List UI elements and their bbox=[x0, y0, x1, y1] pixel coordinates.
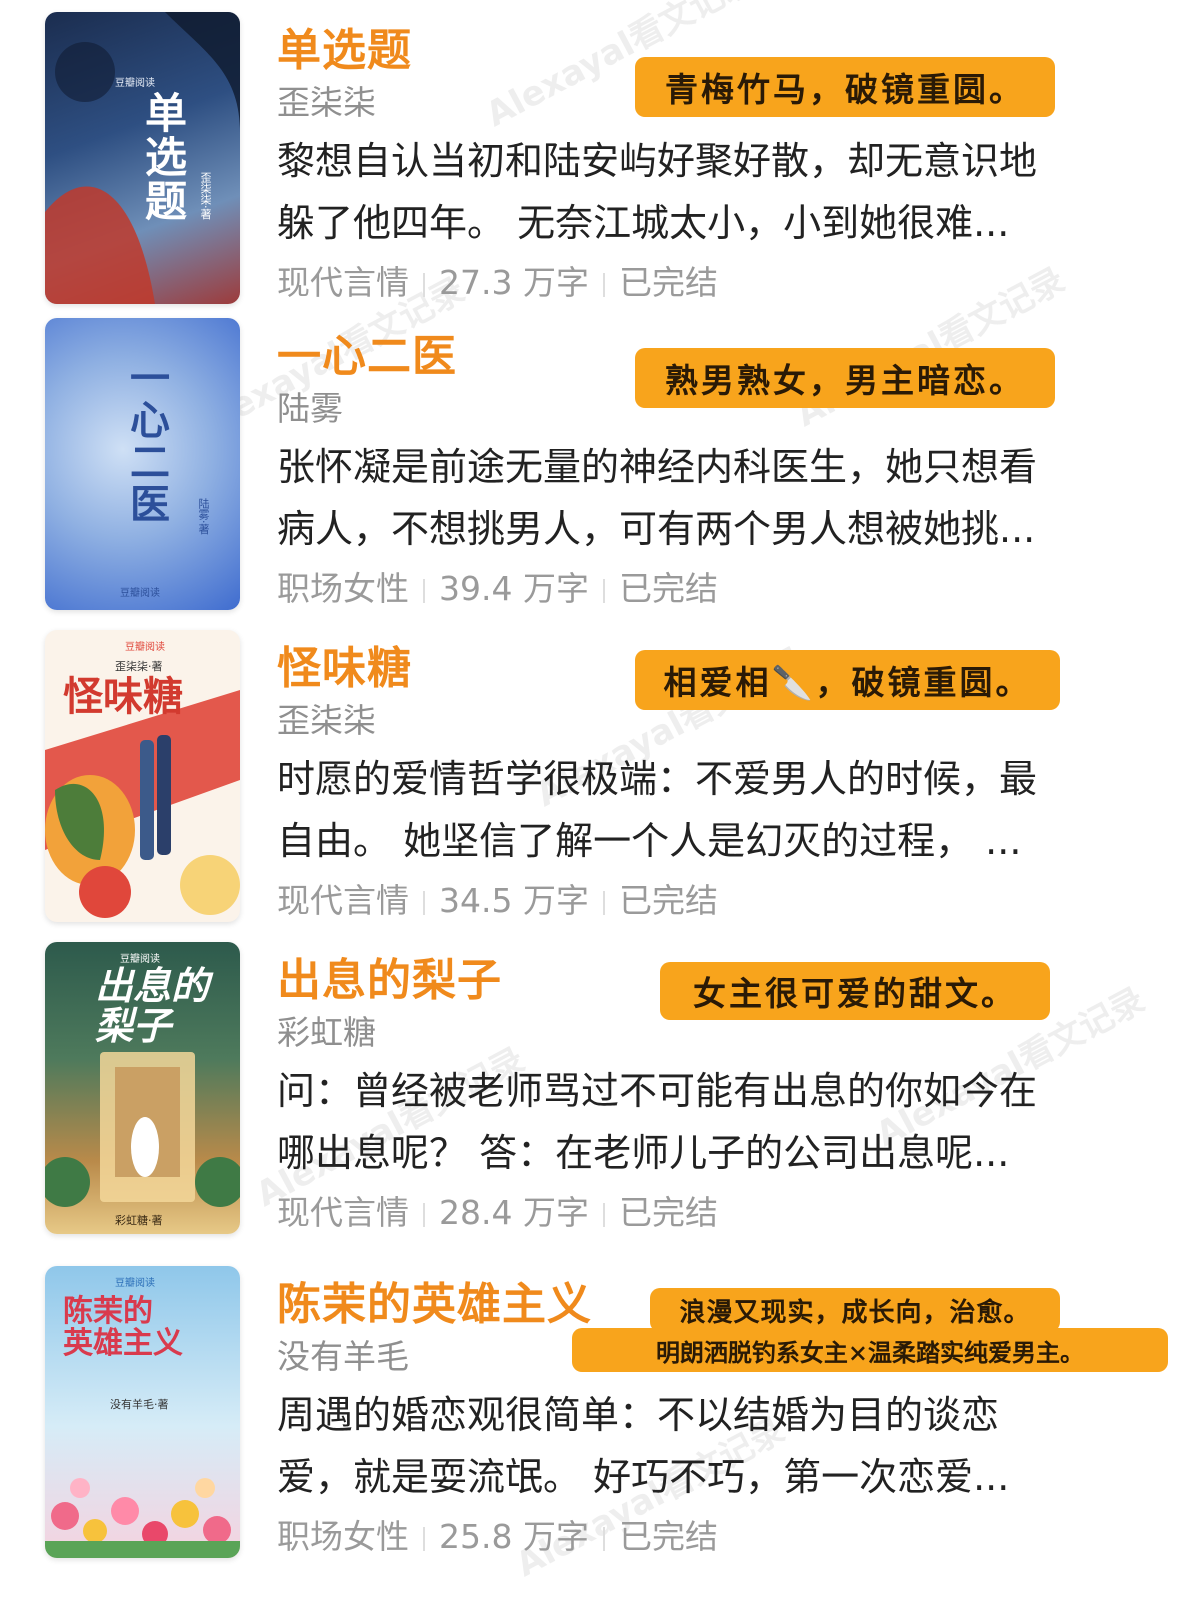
cover-author: 歪柒柒·著 bbox=[199, 172, 212, 220]
cover-title: 怪味糖 bbox=[63, 673, 183, 720]
meta-divider bbox=[423, 1526, 425, 1551]
cover-brand: 豆瓣阅读 bbox=[120, 588, 160, 599]
book-description: 周遇的婚恋观很简单：不以结婚为目的谈恋 爱，就是耍流氓。 好巧不巧，第一次恋爱.… bbox=[277, 1384, 1147, 1508]
book-tag: 浪漫又现实，成长向，治愈。 bbox=[650, 1288, 1060, 1332]
meta-divider bbox=[602, 890, 605, 915]
book-item-5[interactable]: 豆瓣阅读 陈茉的 英雄主义 没有羊毛·著 陈茉的英雄主义 没有羊毛 浪漫又现实，… bbox=[0, 1266, 1178, 1566]
book-item-3[interactable]: 豆瓣阅读 歪柒柒·著 怪味糖 怪味糖 歪柒柒 相爱相🔪，破镜重圆。 时愿的爱情哲… bbox=[0, 630, 1178, 930]
book-word-count: 28.4 万字 bbox=[439, 1193, 589, 1232]
book-tag: 青梅竹马，破镜重圆。 bbox=[635, 57, 1055, 117]
book-word-count: 34.5 万字 bbox=[439, 881, 589, 920]
book-cover-1[interactable]: 豆瓣阅读 单 选 题 歪柒柒·著 bbox=[45, 12, 240, 304]
book-status: 已完结 bbox=[618, 569, 718, 608]
description-line: 时愿的爱情哲学很极端：不爱男人的时候，最 bbox=[277, 757, 1038, 801]
description-line: 自由。 她坚信了解一个人是幻灭的过程， ... bbox=[277, 819, 1022, 863]
book-description: 问：曾经被老师骂过不可能有出息的你如今在 哪出息呢？ 答：在老师儿子的公司出息呢… bbox=[277, 1060, 1147, 1184]
book-description: 时愿的爱情哲学很极端：不爱男人的时候，最 自由。 她坚信了解一个人是幻灭的过程，… bbox=[277, 748, 1147, 872]
book-title[interactable]: 怪味糖 bbox=[277, 632, 412, 696]
book-meta: 现代言情 27.3 万字 已完结 bbox=[277, 256, 718, 304]
description-line: 哪出息呢？ 答：在老师儿子的公司出息呢... bbox=[277, 1131, 1010, 1175]
book-category: 现代言情 bbox=[277, 881, 409, 920]
book-author[interactable]: 歪柒柒 bbox=[277, 76, 376, 124]
book-category: 现代言情 bbox=[277, 263, 409, 302]
book-description: 黎想自认当初和陆安屿好聚好散，却无意识地 躲了他四年。 无奈江城太小，小到她很难… bbox=[277, 130, 1147, 254]
book-author[interactable]: 没有羊毛 bbox=[277, 1330, 409, 1378]
book-tag: 女主很可爱的甜文。 bbox=[660, 962, 1050, 1020]
description-line: 周遇的婚恋观很简单：不以结婚为目的谈恋 bbox=[277, 1393, 1000, 1437]
book-tag: 熟男熟女，男主暗恋。 bbox=[635, 348, 1055, 408]
cover-author: 歪柒柒·著 bbox=[115, 660, 163, 673]
cover-title: 出息的 梨子 bbox=[95, 963, 210, 1048]
cover-illustration bbox=[45, 12, 240, 304]
book-word-count: 27.3 万字 bbox=[439, 263, 589, 302]
book-cover-2[interactable]: 一 心 二 医 陆雾·著 豆瓣阅读 bbox=[45, 318, 240, 610]
meta-divider bbox=[602, 272, 605, 297]
meta-divider bbox=[423, 1202, 425, 1227]
book-meta: 现代言情 34.5 万字 已完结 bbox=[277, 874, 718, 922]
book-author[interactable]: 陆雾 bbox=[277, 382, 343, 430]
cover-author: 没有羊毛·著 bbox=[110, 1398, 169, 1411]
book-status: 已完结 bbox=[618, 263, 718, 302]
cover-brand: 豆瓣阅读 bbox=[115, 78, 155, 89]
book-cover-3[interactable]: 豆瓣阅读 歪柒柒·著 怪味糖 bbox=[45, 630, 240, 922]
meta-divider bbox=[602, 578, 605, 603]
book-title[interactable]: 出息的梨子 bbox=[277, 944, 502, 1008]
meta-divider bbox=[423, 272, 425, 297]
book-meta: 职场女性 39.4 万字 已完结 bbox=[277, 562, 718, 610]
book-meta: 职场女性 25.8 万字 已完结 bbox=[277, 1510, 718, 1558]
cover-author: 彩虹糖·著 bbox=[115, 1214, 163, 1227]
meta-divider bbox=[423, 578, 425, 603]
book-item-1[interactable]: 豆瓣阅读 单 选 题 歪柒柒·著 单选题 歪柒柒 青梅竹马，破镜重圆。 黎想自认… bbox=[0, 12, 1178, 312]
book-author[interactable]: 彩虹糖 bbox=[277, 1006, 376, 1054]
description-line: 病人，不想挑男人，可有两个男人想被她挑... bbox=[277, 507, 1036, 551]
book-status: 已完结 bbox=[618, 1517, 718, 1556]
book-title[interactable]: 一心二医 bbox=[277, 320, 457, 384]
cover-title: 单 选 题 bbox=[145, 89, 188, 227]
cover-brand: 豆瓣阅读 bbox=[125, 642, 165, 653]
cover-brand: 豆瓣阅读 bbox=[115, 1278, 155, 1289]
book-description: 张怀凝是前途无量的神经内科医生，她只想看 病人，不想挑男人，可有两个男人想被她挑… bbox=[277, 436, 1147, 560]
book-cover-4[interactable]: 豆瓣阅读 出息的 梨子 彩虹糖·著 bbox=[45, 942, 240, 1234]
meta-divider bbox=[602, 1526, 605, 1551]
book-category: 现代言情 bbox=[277, 1193, 409, 1232]
book-item-4[interactable]: 豆瓣阅读 出息的 梨子 彩虹糖·著 出息的梨子 彩虹糖 女主很可爱的甜文。 问：… bbox=[0, 942, 1178, 1242]
description-line: 问：曾经被老师骂过不可能有出息的你如今在 bbox=[277, 1069, 1038, 1113]
book-category: 职场女性 bbox=[277, 1517, 409, 1556]
description-line: 爱，就是耍流氓。 好巧不巧，第一次恋爱... bbox=[277, 1455, 1010, 1499]
book-status: 已完结 bbox=[618, 1193, 718, 1232]
cover-title: 一 心 二 医 bbox=[130, 355, 170, 528]
book-tag: 明朗洒脱钓系女主×温柔踏实纯爱男主。 bbox=[572, 1328, 1168, 1372]
book-category: 职场女性 bbox=[277, 569, 409, 608]
book-word-count: 25.8 万字 bbox=[439, 1517, 589, 1556]
book-title[interactable]: 单选题 bbox=[277, 14, 412, 78]
description-line: 张怀凝是前途无量的神经内科医生，她只想看 bbox=[277, 445, 1038, 489]
meta-divider bbox=[423, 890, 425, 915]
book-tag: 相爱相🔪，破镜重圆。 bbox=[635, 650, 1060, 710]
cover-title: 陈茉的 英雄主义 bbox=[63, 1294, 183, 1361]
book-meta: 现代言情 28.4 万字 已完结 bbox=[277, 1186, 718, 1234]
book-list-page: Alexayal看文记录 Alexayal看文记录 Alexayal看文记录 A… bbox=[0, 0, 1178, 1616]
book-word-count: 39.4 万字 bbox=[439, 569, 589, 608]
description-line: 躲了他四年。 无奈江城太小，小到她很难... bbox=[277, 201, 1010, 245]
book-cover-5[interactable]: 豆瓣阅读 陈茉的 英雄主义 没有羊毛·著 bbox=[45, 1266, 240, 1558]
description-line: 黎想自认当初和陆安屿好聚好散，却无意识地 bbox=[277, 139, 1038, 183]
meta-divider bbox=[602, 1202, 605, 1227]
cover-author: 陆雾·著 bbox=[197, 498, 210, 535]
book-author[interactable]: 歪柒柒 bbox=[277, 694, 376, 742]
book-title[interactable]: 陈茉的英雄主义 bbox=[277, 1268, 592, 1332]
book-item-2[interactable]: 一 心 二 医 陆雾·著 豆瓣阅读 一心二医 陆雾 熟男熟女，男主暗恋。 张怀凝… bbox=[0, 318, 1178, 618]
book-status: 已完结 bbox=[618, 881, 718, 920]
